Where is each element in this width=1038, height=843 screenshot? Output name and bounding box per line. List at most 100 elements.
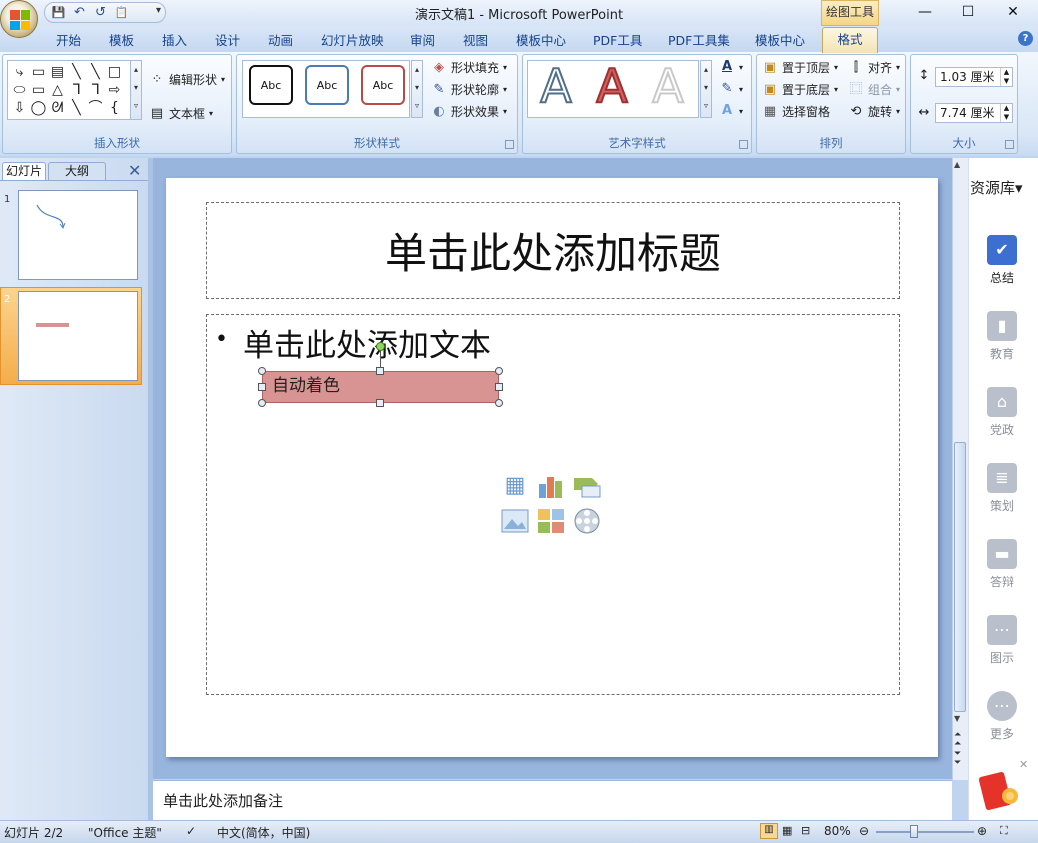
zoom-in-icon[interactable]: ⊕ [977,824,987,838]
shape-option[interactable]: ╲ [86,63,105,81]
close-pane-icon[interactable]: ✕ [128,161,141,180]
slide-thumbnail-2[interactable] [18,291,138,381]
shape-style-scroll[interactable]: ▴ ▾ ▿ [411,60,423,118]
wordart-sample[interactable]: A [643,62,693,110]
tab-animation[interactable]: 动画 [268,30,293,49]
resize-handle[interactable] [376,399,384,407]
language-indicator[interactable]: 中文(简体，中国) [217,824,310,841]
previous-slide-icon[interactable]: ⏶ ⏶ [954,731,961,749]
tab-review[interactable]: 审阅 [410,30,435,49]
shape-option[interactable]: ▭ [29,81,48,99]
shape-option[interactable]: ᒣ [86,81,105,99]
close-window-button[interactable]: ✕ [998,2,1028,22]
next-slide-icon[interactable]: ⏷ ⏷ [954,750,961,768]
text-outline-button[interactable]: ✎ ▾ [719,81,743,97]
resize-handle[interactable] [495,399,503,407]
fit-to-window-icon[interactable]: ⛶ [1000,824,1008,838]
normal-view-icon[interactable]: ▥ [760,823,778,839]
shape-option[interactable]: ᘛ [48,99,67,117]
tab-design[interactable]: 设计 [215,30,240,49]
wordart-sample[interactable]: A [531,62,581,110]
send-to-back-button[interactable]: ▣ 置于底层 ▾ [762,81,838,98]
shape-option[interactable]: ᒣ [67,81,86,99]
group-button[interactable]: ⿴组合 ▾ [848,81,900,98]
scroll-up-icon[interactable]: ▲ [954,160,960,169]
tab-slideshow[interactable]: 幻灯片放映 [321,30,384,49]
resource-item-summary[interactable]: ✔ 总结 [968,235,1036,286]
red-envelope-icon[interactable] [978,770,1022,814]
shape-option[interactable]: ⇨ [105,81,124,99]
shape-option[interactable]: ▤ [48,63,67,81]
shape-option[interactable]: { [105,99,124,117]
resource-item-education[interactable]: ▮ 教育 [968,311,1036,362]
shape-option[interactable]: ╲ [67,63,86,81]
insert-media-icon[interactable] [572,507,602,535]
text-box-button[interactable]: ▤ 文本框 ▾ [149,105,213,122]
insert-smartart-icon[interactable] [572,472,602,500]
shape-height-input[interactable]: 1.03 厘米 ▲ ▼ [935,67,1013,87]
shape-option[interactable]: ⌒ [86,99,105,117]
notes-pane[interactable]: 单击此处添加备注 [153,780,952,820]
shape-option[interactable]: ▭ [29,63,48,81]
shape-gallery-scroll[interactable]: ▴ ▾ ▿ [130,60,142,120]
title-placeholder[interactable]: 单击此处添加标题 [206,202,900,299]
resource-item-defense[interactable]: ▬ 答辩 [968,539,1036,590]
insert-table-icon[interactable]: ▦ [500,472,530,500]
wordart-sample[interactable]: A [587,62,637,110]
shape-style-sample[interactable]: Abc [361,65,405,105]
scrollbar-thumb[interactable] [954,442,966,712]
tab-slides[interactable]: 幻灯片 [2,162,46,180]
resize-handle[interactable] [495,367,503,375]
resize-handle[interactable] [258,399,266,407]
tab-view[interactable]: 视图 [463,30,488,49]
rotate-button[interactable]: ⟲ 旋转 ▾ [848,103,900,120]
shape-fill-button[interactable]: ◈ 形状填充 ▾ [431,59,507,76]
zoom-slider-track[interactable] [876,831,974,833]
help-icon[interactable]: ? [1018,31,1033,46]
dialog-launcher-icon[interactable] [739,140,748,149]
tab-template-center[interactable]: 模板中心 [516,30,566,49]
bring-to-front-button[interactable]: ▣ 置于顶层 ▾ [762,59,838,76]
shape-gallery[interactable]: ⤷ ▭ ▤ ╲ ╲ □ ⬭ ▭ △ ᒣ ᒣ ⇨ ⇩ ◯ ᘛ ╲ ⌒ { [7,60,131,120]
shape-option[interactable]: ◯ [29,99,48,117]
tab-home[interactable]: 开始 [56,30,81,49]
tab-pdf-toolset[interactable]: PDF工具集 [668,30,730,49]
shape-option[interactable]: ⬭ [10,81,29,99]
dialog-launcher-icon[interactable] [505,140,514,149]
resource-item-diagram[interactable]: ⋯ 图示 [968,615,1036,666]
shape-width-input[interactable]: 7.74 厘米 ▲ ▼ [935,103,1013,123]
shape-option[interactable]: ╲ [67,99,86,117]
maximize-button[interactable]: ☐ [953,2,983,22]
tab-format[interactable]: 格式 [822,27,878,53]
resource-item-more[interactable]: ⋯ 更多 [968,691,1036,742]
tab-template-center-2[interactable]: 模板中心 [755,30,805,49]
dialog-launcher-icon[interactable] [1005,140,1014,149]
shape-option[interactable]: ⇩ [10,99,29,117]
shape-effects-button[interactable]: ◐ 形状效果 ▾ [431,103,507,120]
slide-sorter-icon[interactable]: ▦ [782,824,792,837]
insert-picture-icon[interactable] [500,507,530,535]
resize-handle[interactable] [258,367,266,375]
tab-pdf-tools[interactable]: PDF工具 [593,30,642,49]
spinner-icon[interactable]: ▲ ▼ [1000,68,1012,86]
resize-handle[interactable] [258,383,266,391]
zoom-out-icon[interactable]: ⊖ [859,824,869,838]
resize-handle[interactable] [376,367,384,375]
tab-insert[interactable]: 插入 [162,30,187,49]
shape-option[interactable]: ⤷ [10,63,29,81]
shape-style-sample[interactable]: Abc [249,65,293,105]
resource-library-dropdown[interactable]: 资源库▾ [970,177,1023,198]
zoom-level[interactable]: 80% [824,824,851,838]
selection-pane-button[interactable]: ▦ 选择窗格 [762,103,830,120]
text-effects-button[interactable]: A ▾ [719,103,743,119]
insert-chart-icon[interactable] [536,472,566,500]
spinner-icon[interactable]: ▲ ▼ [1000,104,1012,122]
shape-option[interactable]: △ [48,81,67,99]
edit-shape-button[interactable]: ⁘ 编辑形状 ▾ [149,71,225,88]
tab-templates[interactable]: 模板 [109,30,134,49]
zoom-slider-knob[interactable] [910,825,918,838]
align-button[interactable]: ⫿ 对齐 ▾ [848,59,900,76]
spellcheck-icon[interactable]: ✓ [186,824,196,838]
resize-handle[interactable] [495,383,503,391]
rotation-handle[interactable] [376,342,385,351]
